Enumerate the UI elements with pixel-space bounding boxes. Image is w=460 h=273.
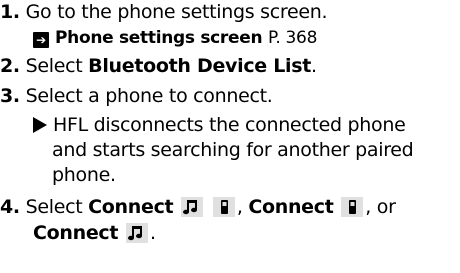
step-3: 3. Select a phone to connect. xyxy=(0,84,273,108)
step-2: 2. Select Bluetooth Device List. xyxy=(0,54,317,78)
step-number: 3. xyxy=(0,85,20,107)
step-number: 2. xyxy=(0,55,20,77)
step-1: 1. Go to the phone settings screen. xyxy=(0,0,328,24)
step-text-before: Select xyxy=(25,55,89,77)
end-punctuation: . xyxy=(149,222,156,244)
result-text: and starts searching for another paired xyxy=(52,139,414,161)
reference-arrow-icon: ➔ xyxy=(33,32,49,48)
bluetooth-device-list-label: Bluetooth Device List xyxy=(88,55,312,77)
separator: , or xyxy=(365,196,396,218)
step-1-reference[interactable]: ➔ Phone settings screen P. 368 xyxy=(33,25,317,50)
step-text: Select a phone to connect. xyxy=(25,85,273,107)
step-3-result-line-2: and starts searching for another paired xyxy=(52,138,414,162)
phone-icon xyxy=(341,197,364,217)
phone-icon xyxy=(212,197,235,217)
step-4-line-2: Connect . xyxy=(33,221,156,245)
step-3-result-line-3: phone. xyxy=(52,163,116,187)
connect-label: Connect xyxy=(33,222,119,244)
result-text: phone. xyxy=(52,164,116,186)
connect-label: Connect xyxy=(248,196,334,218)
step-number: 1. xyxy=(0,1,20,23)
music-note-icon xyxy=(125,223,148,243)
reference-title: Phone settings screen xyxy=(55,28,263,48)
connect-label: Connect xyxy=(88,196,174,218)
music-note-icon xyxy=(181,197,204,217)
step-4: 4. Select Connect , Connect , or xyxy=(0,195,396,219)
separator: , xyxy=(236,196,249,218)
step-text-after: . xyxy=(311,55,317,77)
step-text-before: Select xyxy=(25,196,89,218)
step-3-result-line-1: HFL disconnects the connected phone xyxy=(33,113,406,137)
result-text: HFL disconnects the connected phone xyxy=(53,114,406,136)
result-triangle-icon xyxy=(33,117,47,133)
step-text: Go to the phone settings screen. xyxy=(25,1,328,23)
reference-page: P. 368 xyxy=(268,28,318,48)
step-number: 4. xyxy=(0,196,20,218)
instruction-page: 1. Go to the phone settings screen. ➔ Pho… xyxy=(0,0,460,273)
